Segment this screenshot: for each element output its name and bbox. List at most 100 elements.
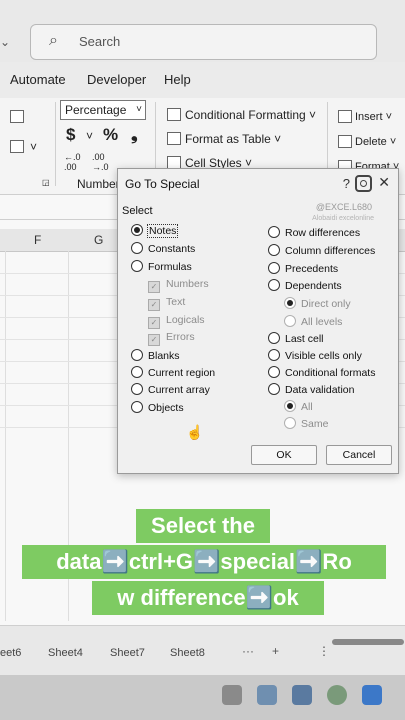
tab-automate[interactable]: Automate xyxy=(10,72,66,87)
option-label: Row differences xyxy=(285,227,361,239)
option-label: Same xyxy=(301,418,329,430)
option-label: Direct only xyxy=(301,298,351,310)
radio-icon xyxy=(268,262,280,274)
option-current-array[interactable]: Current array xyxy=(131,383,210,396)
search-placeholder: Search xyxy=(79,34,121,49)
conditional-formatting-icon xyxy=(167,108,181,121)
sheet-tab[interactable]: Sheet7 xyxy=(110,647,145,659)
go-to-special-dialog: Go To Special ? ✕ @EXCE.L680 Alobaidi ex… xyxy=(117,168,399,474)
option-direct-only[interactable]: Direct only xyxy=(284,297,351,310)
radio-icon xyxy=(284,315,296,327)
comma-button[interactable]: ❟ xyxy=(131,125,138,145)
option-label: Errors xyxy=(166,331,195,343)
chevron-down-icon[interactable]: ˅ xyxy=(86,129,93,143)
option-constants[interactable]: Constants xyxy=(131,242,195,255)
browser-icon[interactable] xyxy=(327,685,347,705)
option-label: Constants xyxy=(148,243,196,255)
option-label: Column differences xyxy=(285,245,376,257)
option-current-region[interactable]: Current region xyxy=(131,366,215,379)
option-label: All levels xyxy=(301,316,343,328)
caption-line-2: data➡️ctrl+G➡️special➡️Ro xyxy=(22,545,386,579)
option-row-differences[interactable]: Row differences xyxy=(268,226,360,239)
option-validation-all[interactable]: All xyxy=(284,400,313,413)
currency-button[interactable]: $ xyxy=(66,125,75,145)
option-objects[interactable]: Objects xyxy=(131,401,184,414)
checkbox-icon: ✓ xyxy=(148,299,160,311)
option-blanks[interactable]: Blanks xyxy=(131,349,180,362)
option-last-cell[interactable]: Last cell xyxy=(268,332,324,345)
check-errors[interactable]: ✓ Errors xyxy=(148,331,195,346)
tab-help[interactable]: Help xyxy=(164,72,191,87)
number-format-select[interactable]: Percentage ˅ xyxy=(60,100,146,120)
number-format-value: Percentage xyxy=(65,103,127,117)
format-as-table-icon xyxy=(167,132,181,145)
radio-icon xyxy=(131,224,143,236)
column-header-f[interactable]: F xyxy=(34,233,41,247)
ok-button[interactable]: OK xyxy=(251,445,317,465)
chevron-down-icon[interactable]: ˅ xyxy=(30,140,37,154)
sheet-tab-bar: eet6 Sheet4 Sheet7 Sheet8 ··· + ⋮ xyxy=(0,625,405,676)
option-all-levels[interactable]: All levels xyxy=(284,315,342,328)
option-label: Precedents xyxy=(285,263,339,275)
checkbox-icon: ✓ xyxy=(148,334,160,346)
ribbon-separator xyxy=(55,102,56,186)
close-icon[interactable]: ✕ xyxy=(378,174,390,191)
option-label: All xyxy=(301,401,313,413)
dialog-launcher-icon[interactable]: ◲ xyxy=(42,178,50,187)
delete-button[interactable]: Delete ˅ xyxy=(355,136,396,148)
radio-icon xyxy=(268,226,280,238)
help-icon[interactable]: ? xyxy=(343,176,350,191)
delete-icon xyxy=(338,135,352,148)
sheet-tab[interactable]: Sheet4 xyxy=(48,647,83,659)
instagram-icon xyxy=(355,175,372,192)
radio-icon xyxy=(268,383,280,395)
option-validation-same[interactable]: Same xyxy=(284,417,328,430)
checkbox-icon: ✓ xyxy=(148,317,160,329)
option-notes[interactable]: Notes xyxy=(131,224,179,238)
increase-decimal-icon[interactable]: ←.0.00 xyxy=(64,152,81,172)
horizontal-scrollbar[interactable] xyxy=(332,639,404,645)
option-label: Objects xyxy=(148,402,184,414)
option-label: Last cell xyxy=(285,333,324,345)
option-label: Notes xyxy=(146,224,179,238)
option-label: Current region xyxy=(148,367,216,379)
radio-icon xyxy=(268,332,280,344)
add-sheet-button[interactable]: + xyxy=(272,644,279,658)
excel-icon[interactable] xyxy=(362,685,382,705)
option-formulas[interactable]: Formulas xyxy=(131,260,192,273)
app-icon[interactable] xyxy=(257,685,277,705)
check-text[interactable]: ✓ Text xyxy=(148,296,185,311)
check-numbers[interactable]: ✓ Numbers xyxy=(148,278,209,293)
format-as-table-button[interactable]: Format as Table ˅ xyxy=(185,132,281,146)
sheet-tab[interactable]: eet6 xyxy=(0,647,21,659)
option-column-differences[interactable]: Column differences xyxy=(268,244,375,257)
sheet-tab[interactable]: Sheet8 xyxy=(170,647,205,659)
overflow-icon[interactable]: ⌄ xyxy=(0,35,10,49)
decrease-decimal-icon[interactable]: .00 →.0 xyxy=(92,152,109,172)
percent-button[interactable]: % xyxy=(103,125,118,145)
app-icon[interactable] xyxy=(292,685,312,705)
wrap-text-icon[interactable] xyxy=(10,110,24,123)
option-label: Data validation xyxy=(285,384,355,396)
cancel-button[interactable]: Cancel xyxy=(326,445,392,465)
number-group-label: Number xyxy=(77,177,120,191)
option-precedents[interactable]: Precedents xyxy=(268,262,338,275)
split-divider[interactable]: ⋮ xyxy=(318,644,330,658)
option-visible-cells-only[interactable]: Visible cells only xyxy=(268,349,362,362)
merge-icon[interactable] xyxy=(10,140,24,153)
tab-developer[interactable]: Developer xyxy=(87,72,146,87)
option-conditional-formats[interactable]: Conditional formats xyxy=(268,366,375,379)
column-header-g[interactable]: G xyxy=(94,233,103,247)
more-sheets-button[interactable]: ··· xyxy=(242,644,254,658)
radio-icon xyxy=(268,244,280,256)
title-bar: ⌄ ⌕ Search xyxy=(0,0,405,62)
conditional-formatting-button[interactable]: Conditional Formatting ˅ xyxy=(185,108,316,122)
chevron-down-icon: ˅ xyxy=(136,104,142,115)
search-box[interactable]: ⌕ Search xyxy=(30,24,377,60)
check-logicals[interactable]: ✓ Logicals xyxy=(148,314,205,329)
option-data-validation[interactable]: Data validation xyxy=(268,383,354,396)
file-explorer-icon[interactable] xyxy=(222,685,242,705)
caption-line-1: Select the xyxy=(136,509,270,543)
option-dependents[interactable]: Dependents xyxy=(268,279,342,292)
insert-button[interactable]: Insert ˅ xyxy=(355,111,392,123)
